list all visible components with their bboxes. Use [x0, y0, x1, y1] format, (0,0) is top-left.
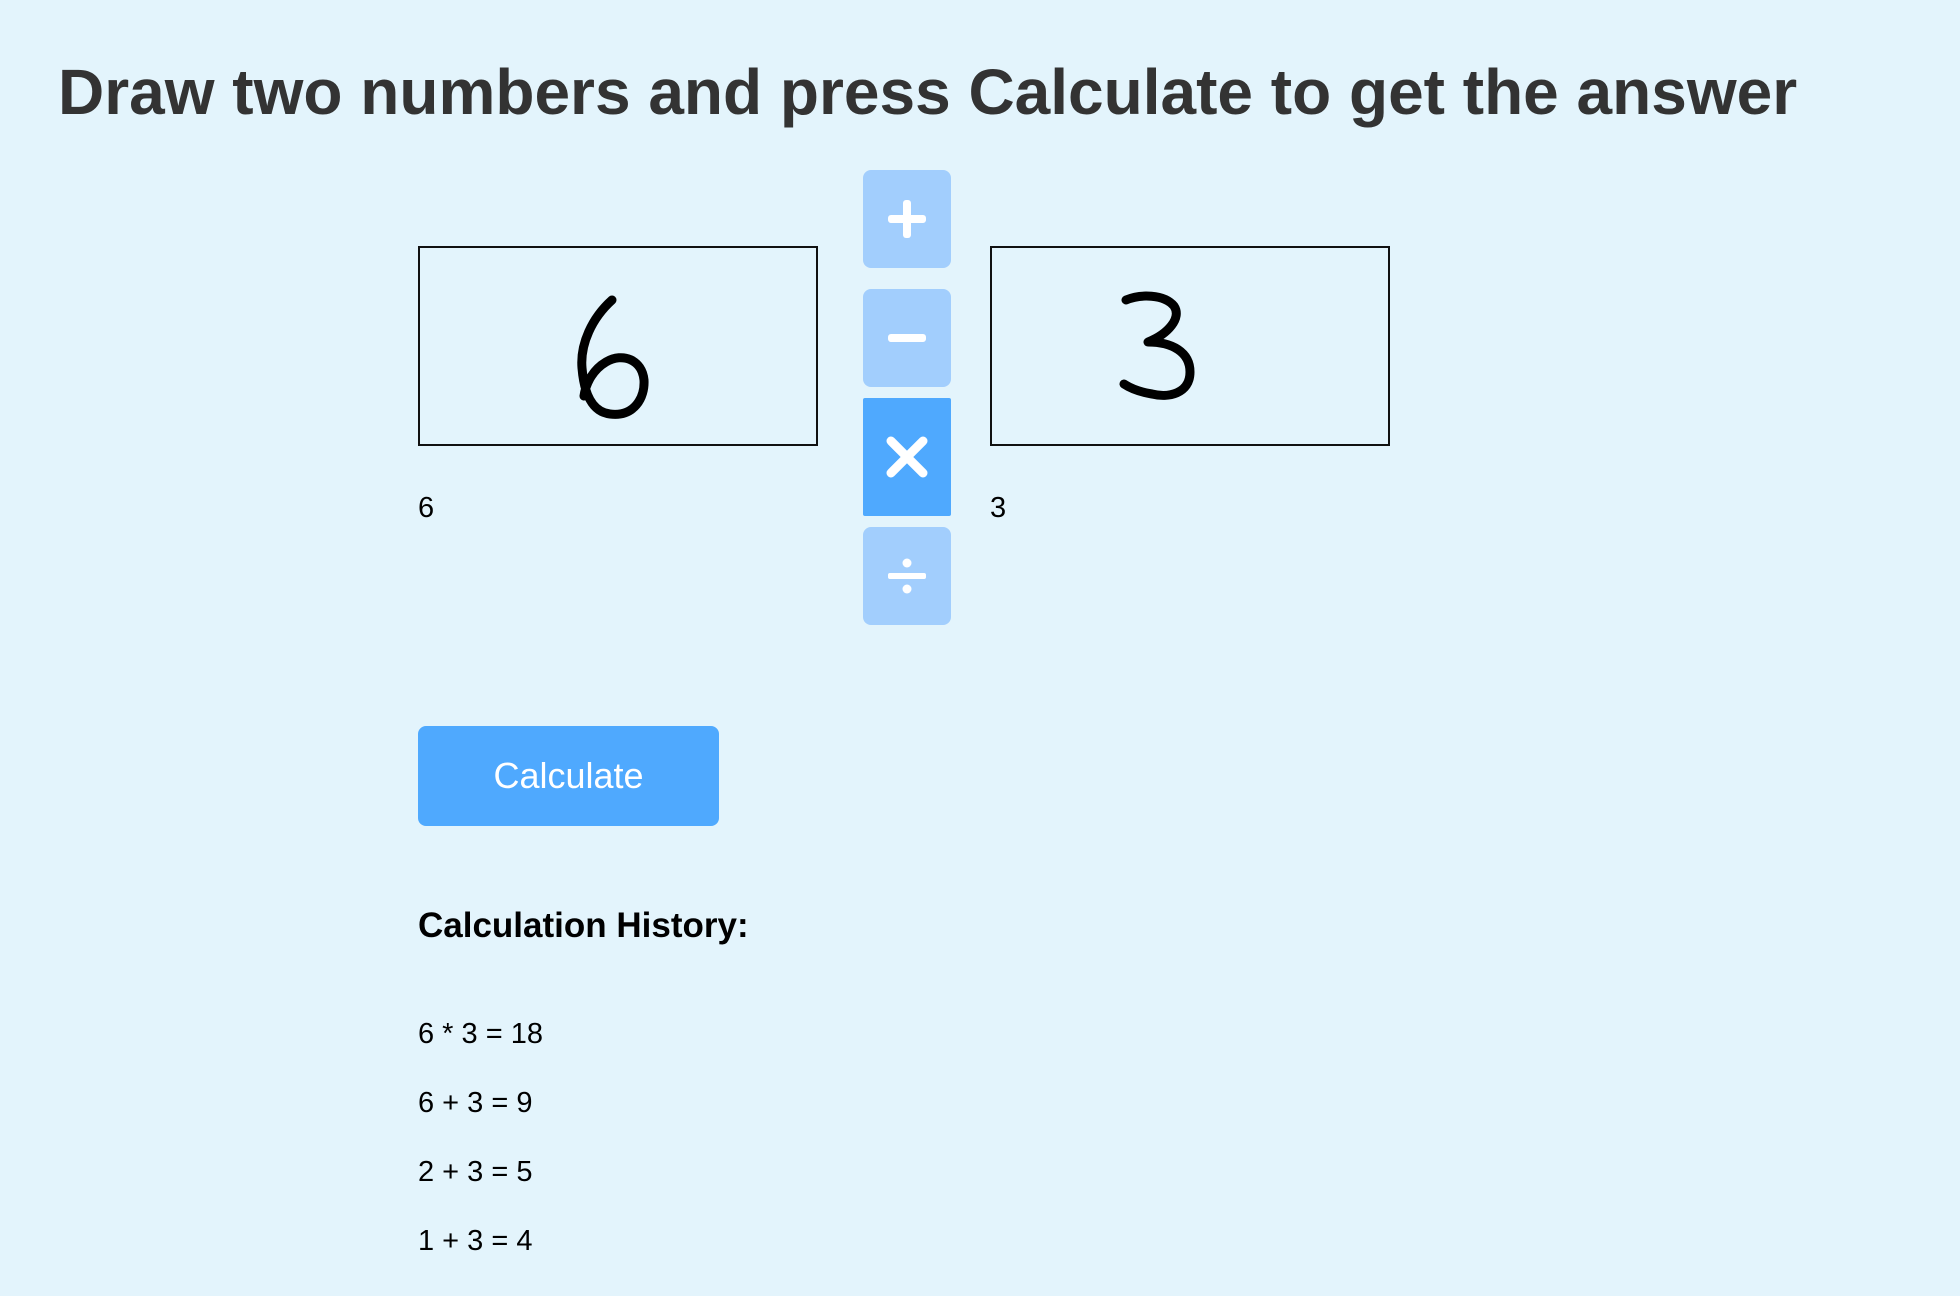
- page-title: Draw two numbers and press Calculate to …: [58, 56, 1798, 128]
- history-item: 6 + 3 = 9: [418, 1087, 533, 1119]
- prediction-left: 6: [418, 492, 435, 524]
- drawing-canvas-right[interactable]: [990, 246, 1390, 446]
- times-operator-button[interactable]: [863, 398, 951, 516]
- history-item: 2 + 3 = 5: [418, 1156, 533, 1188]
- divide-operator-button[interactable]: [863, 527, 951, 625]
- prediction-right: 3: [990, 492, 1007, 524]
- history-item: 1 + 3 = 4: [418, 1225, 533, 1257]
- handwritten-digit-6: [577, 295, 649, 419]
- divide-icon: [888, 558, 926, 594]
- plus-icon: [888, 200, 926, 238]
- drawing-canvas-left[interactable]: [418, 246, 818, 446]
- history-heading: Calculation History:: [418, 906, 749, 945]
- history-item: 6 * 3 = 18: [418, 1018, 543, 1050]
- history-list: 6 * 3 = 18 6 + 3 = 9 2 + 3 = 5 1 + 3 = 4: [418, 1016, 543, 1292]
- handwritten-digit-3: [1119, 291, 1195, 400]
- minus-icon: [888, 334, 926, 342]
- calculate-button[interactable]: Calculate: [418, 726, 719, 826]
- times-icon: [886, 436, 928, 478]
- plus-operator-button[interactable]: [863, 170, 951, 268]
- minus-operator-button[interactable]: [863, 289, 951, 387]
